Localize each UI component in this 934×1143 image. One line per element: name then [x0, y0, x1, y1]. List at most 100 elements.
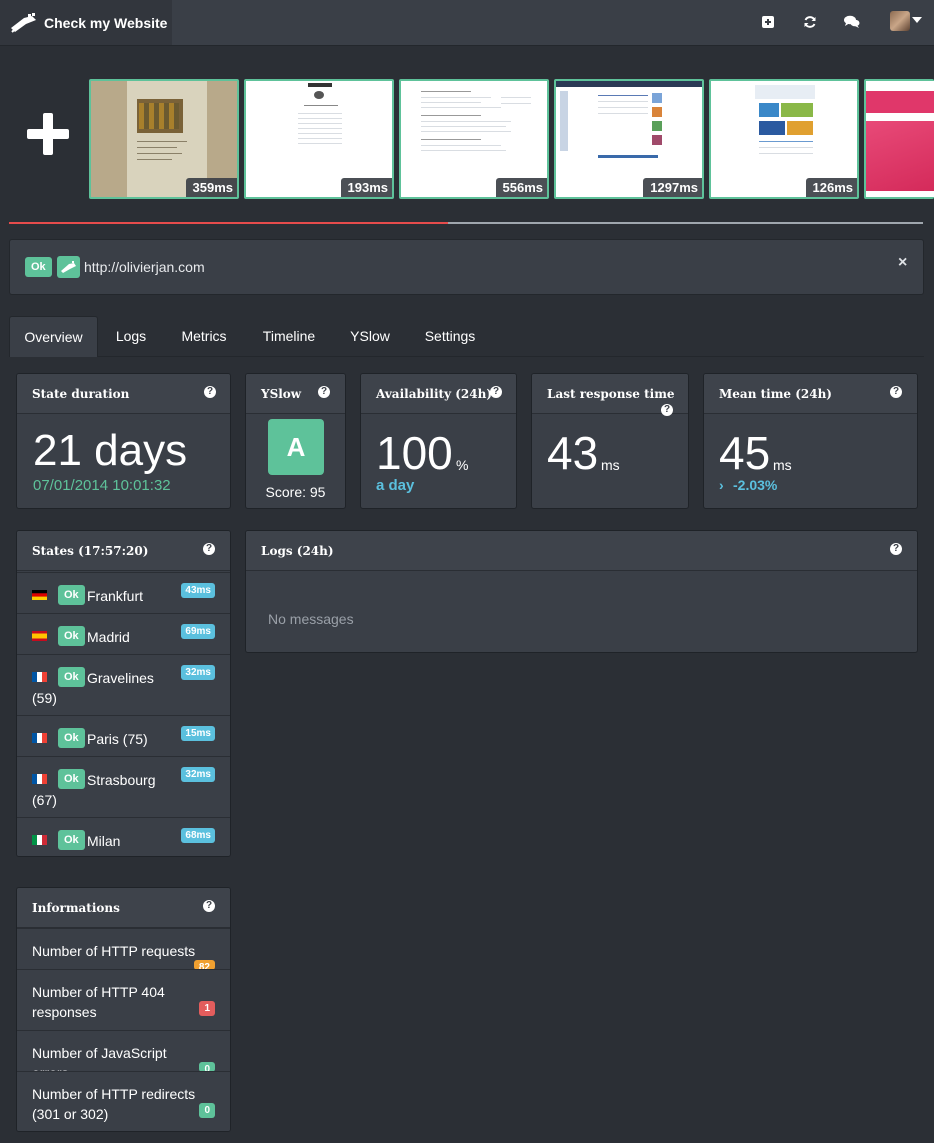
- status-badge: Ok: [58, 585, 85, 605]
- tab-overview[interactable]: Overview: [9, 316, 98, 357]
- panel-title: Informations: [32, 901, 120, 915]
- location-name: Madrid: [87, 629, 130, 645]
- brand[interactable]: Check my Website: [0, 0, 172, 45]
- top-navbar: Check my Website: [0, 0, 934, 46]
- help-icon[interactable]: ?: [318, 386, 330, 398]
- response-time-label: 1297ms: [643, 178, 702, 197]
- last-response-unit: ms: [601, 457, 620, 473]
- state-row-milan[interactable]: Ok Milan 68ms: [17, 817, 230, 856]
- panel-title: YSlow: [261, 387, 302, 401]
- info-row-http-requests: Number of HTTP requests 82: [17, 928, 230, 970]
- tab-bar: Overview Logs Metrics Timeline YSlow Set…: [9, 316, 924, 357]
- info-row-http-404: Number of HTTP 404 responses 1: [17, 969, 230, 1030]
- tab-metrics[interactable]: Metrics: [169, 316, 239, 357]
- yslow-panel: YSlow ? A Score: 95: [245, 373, 346, 509]
- state-row-paris[interactable]: Ok Paris (75) 15ms: [17, 715, 230, 756]
- panel-title: Last response time: [547, 387, 675, 401]
- status-badge: Ok: [58, 728, 85, 748]
- state-row-madrid[interactable]: Ok Madrid 69ms: [17, 613, 230, 654]
- progress-fill: [9, 222, 448, 224]
- help-icon[interactable]: ?: [203, 900, 215, 912]
- site-thumbnail[interactable]: 126ms: [709, 79, 859, 199]
- availability-unit: %: [456, 457, 469, 473]
- help-icon[interactable]: ?: [203, 543, 215, 555]
- location-name: Paris (75): [87, 731, 148, 747]
- site-thumbnail[interactable]: 193ms: [244, 79, 394, 199]
- location-name: Milan: [87, 833, 121, 849]
- states-panel: States (17:57:20) ? Ok Frankfurt 43ms Ok…: [16, 530, 231, 857]
- yslow-grade: A: [268, 419, 324, 475]
- panel-title: Mean time (24h): [719, 387, 832, 401]
- panel-title: State duration: [32, 387, 130, 401]
- location-ms-badge: 15ms: [181, 726, 215, 741]
- help-icon[interactable]: ?: [661, 404, 673, 416]
- last-response-panel: Last response time ? 43 ms: [531, 373, 689, 509]
- response-time-label: 193ms: [340, 178, 392, 197]
- info-label: Number of HTTP requests: [32, 943, 196, 959]
- location-ms-badge: 43ms: [181, 583, 215, 598]
- comments-icon[interactable]: [842, 12, 862, 32]
- duration-value: 21 days: [33, 426, 188, 475]
- camera-icon[interactable]: [57, 256, 80, 278]
- info-row-js-errors: Number of JavaScript errors 0: [17, 1030, 230, 1081]
- location-name: Strasbourg (67): [32, 772, 156, 808]
- status-badge: Ok: [58, 626, 85, 646]
- panel-title: Availability (24h): [376, 387, 493, 401]
- site-url-bar: Ok http://olivierjan.com ×: [9, 239, 924, 295]
- chevron-right-icon: ›: [719, 477, 724, 493]
- location-ms-badge: 32ms: [181, 665, 215, 680]
- status-badge: Ok: [25, 257, 52, 277]
- help-icon[interactable]: ?: [490, 386, 502, 398]
- response-time-label: 126ms: [805, 178, 857, 197]
- flag-fr-icon: [32, 733, 47, 743]
- site-url[interactable]: http://olivierjan.com: [84, 259, 205, 275]
- location-ms-badge: 32ms: [181, 767, 215, 782]
- response-time-label: 556ms: [495, 178, 547, 197]
- response-time-label: 359ms: [185, 178, 237, 197]
- help-icon[interactable]: ?: [890, 386, 902, 398]
- flag-it-icon: [32, 835, 47, 845]
- availability-panel: Availability (24h) ? 100 % a day: [360, 373, 517, 509]
- panel-title: States (17:57:20): [32, 544, 149, 558]
- tab-settings[interactable]: Settings: [413, 316, 487, 357]
- mean-time-value: 45: [719, 427, 771, 479]
- info-label: Number of HTTP 404 responses: [32, 984, 165, 1020]
- user-avatar[interactable]: [890, 11, 910, 31]
- informations-panel: Informations ? Number of HTTP requests 8…: [16, 887, 231, 1132]
- refresh-progress-bar: [9, 222, 923, 224]
- refresh-icon[interactable]: [800, 12, 820, 32]
- state-row-gravelines[interactable]: Ok Gravelines (59) 32ms: [17, 654, 230, 715]
- info-count-badge: 1: [199, 1001, 215, 1016]
- tab-yslow[interactable]: YSlow: [339, 316, 401, 357]
- flag-de-icon: [32, 590, 47, 600]
- info-label: Number of HTTP redirects (301 or 302): [32, 1086, 196, 1122]
- close-icon[interactable]: ×: [898, 254, 907, 272]
- tab-logs[interactable]: Logs: [103, 316, 159, 357]
- site-thumbnail[interactable]: 1297ms: [554, 79, 704, 199]
- duration-since: 07/01/2014 10:01:32: [33, 477, 171, 494]
- chevron-down-icon[interactable]: [912, 17, 922, 23]
- yslow-score: Score: 95: [265, 484, 326, 500]
- state-row-strasbourg[interactable]: Ok Strasbourg (67) 32ms: [17, 756, 230, 817]
- site-thumbnail[interactable]: [864, 79, 934, 199]
- tab-timeline[interactable]: Timeline: [251, 316, 327, 357]
- plus-square-icon[interactable]: [758, 12, 778, 32]
- state-duration-panel: State duration ? 21 days 07/01/2014 10:0…: [16, 373, 231, 509]
- location-ms-badge: 69ms: [181, 624, 215, 639]
- info-count-badge: 0: [199, 1103, 215, 1118]
- app-title: Check my Website: [44, 14, 168, 31]
- help-icon[interactable]: ?: [890, 543, 902, 555]
- add-site-button[interactable]: [27, 113, 69, 155]
- camera-logo-icon: [11, 12, 36, 33]
- mean-time-unit: ms: [773, 457, 792, 473]
- site-thumbnail[interactable]: 556ms: [399, 79, 549, 199]
- location-name: Gravelines (59): [32, 670, 154, 706]
- status-badge: Ok: [58, 830, 85, 850]
- site-thumbnail[interactable]: 359ms: [89, 79, 239, 199]
- location-ms-badge: 68ms: [181, 828, 215, 843]
- logs-panel: Logs (24h) ? No messages: [245, 530, 918, 653]
- info-row-http-redirects: Number of HTTP redirects (301 or 302) 0: [17, 1071, 230, 1131]
- state-row-frankfurt[interactable]: Ok Frankfurt 43ms: [17, 572, 230, 613]
- help-icon[interactable]: ?: [204, 386, 216, 398]
- last-response-value: 43: [547, 427, 599, 479]
